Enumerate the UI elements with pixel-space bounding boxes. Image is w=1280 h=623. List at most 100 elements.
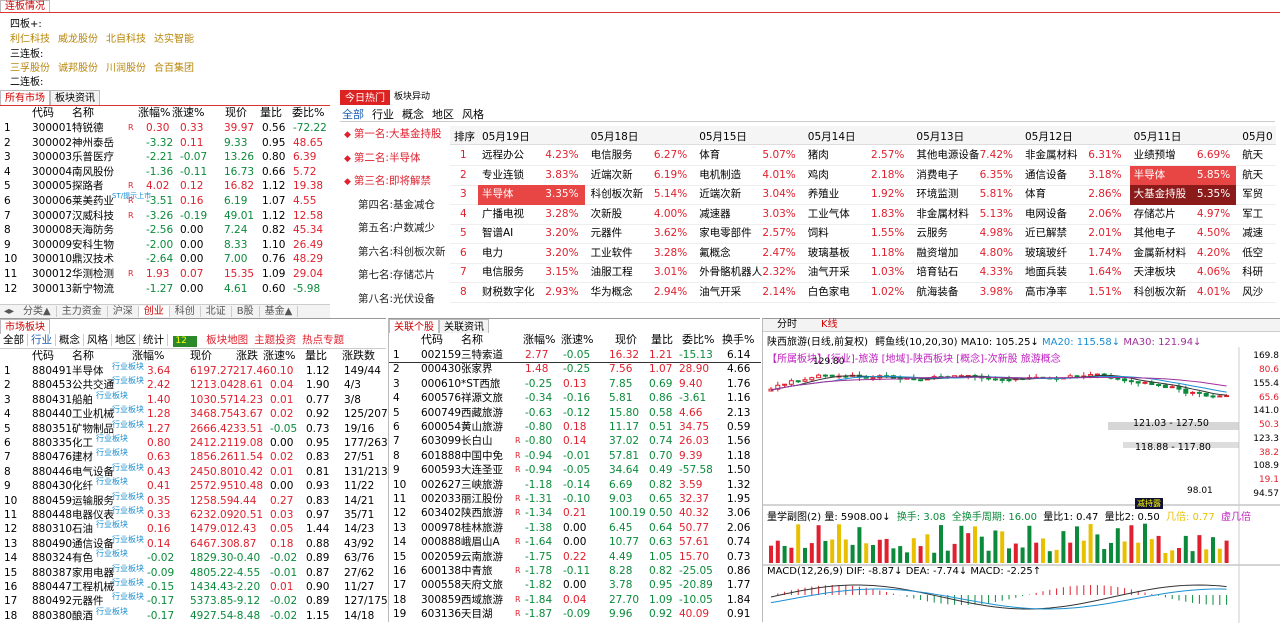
table-row[interactable]: 2 880453 公共交通 2.42 1213.04 28.61 0.04 1.90 4/3 行业… xyxy=(0,376,386,393)
rank-item[interactable]: 第八名:光伏设备 xyxy=(358,291,435,306)
hot-cell[interactable]: 科创板次新 4.01% xyxy=(1130,283,1237,303)
hot-cell[interactable]: 外骨骼机器人 2.32% xyxy=(695,263,802,283)
table-row[interactable]: 6 600054 黄山旅游 -0.80 0.18 11.17 0.51 34.75 0.59 xyxy=(389,420,761,435)
tab-market-sector[interactable]: 市场板块 xyxy=(0,319,50,334)
tab-sector-move[interactable]: 板块异动 xyxy=(390,90,435,105)
tab-market-6[interactable]: B股 xyxy=(231,306,260,317)
col-volratio[interactable]: 量比 xyxy=(260,106,282,120)
hot-cell[interactable]: 半导体 5.85% xyxy=(1129,165,1237,185)
rank-item[interactable]: ◆ 第三名:即将解禁 xyxy=(344,173,431,188)
date-header[interactable]: 05月15日 xyxy=(699,129,747,144)
limit-up-stock[interactable]: 利仁科技 xyxy=(10,34,50,45)
rank-item[interactable]: ◆ 第一名:大基金持股 xyxy=(344,126,441,141)
table-row[interactable]: 10 002627 三峡旅游 -1.18 -0.14 6.69 0.82 3.59 1.32 xyxy=(389,478,761,493)
col-name[interactable]: 名称 xyxy=(72,349,94,363)
table-row[interactable]: 3 000610 *ST西旅 -0.25 0.13 7.85 0.69 9.40 1.76 xyxy=(389,377,761,392)
sector-subtab-2[interactable]: 概念 xyxy=(56,334,84,346)
hot-cell[interactable]: 远程办公 4.23% xyxy=(478,146,585,166)
hot-cell[interactable]: 油气开采 1.03% xyxy=(804,263,911,283)
table-row[interactable]: 2 300002 神州泰岳 -3.32 0.11 9.33 0.95 48.65 xyxy=(0,136,330,151)
col-code[interactable]: 代码 xyxy=(421,333,443,347)
limit-up-stock[interactable]: 北自科技 xyxy=(106,34,146,45)
hot-cell[interactable]: 融资增加 4.80% xyxy=(912,244,1019,264)
date-header[interactable]: 05月12日 xyxy=(1025,129,1073,144)
col-change[interactable]: 涨幅% xyxy=(138,106,170,120)
table-row[interactable]: 5 300005 探路者 4.02 0.12 16.82 1.12 19.38 R xyxy=(0,179,330,194)
table-row[interactable]: 6 880335 化工 0.80 2412.21 19.08 0.00 0.95 177/263… xyxy=(0,434,388,451)
table-row[interactable]: 5 880351 矿物制品 1.27 2666.42 33.51 -0.05 0.73 19/1… xyxy=(0,420,386,437)
hot-cell[interactable]: 玻璃玻纤 1.74% xyxy=(1021,244,1128,264)
table-row[interactable]: 9 600593 大连圣亚 -0.94 -0.05 34.64 0.49 -57.58 1.50… xyxy=(389,463,761,478)
hot-subtab-0[interactable]: 全部 xyxy=(342,108,364,122)
hot-cell[interactable]: 体育 5.07% xyxy=(695,146,802,166)
sector-subtab-5[interactable]: 统计 xyxy=(140,334,168,346)
limit-up-stock[interactable]: 达实智能 xyxy=(154,34,194,45)
date-header[interactable]: 05月19日 xyxy=(482,129,530,144)
hot-cell[interactable]: 军贸 xyxy=(1238,185,1280,205)
table-row[interactable]: 11 002033 丽江股份 -1.31 -0.10 9.03 0.65 32.37 1.95 R xyxy=(389,492,761,507)
col-change[interactable]: 涨幅% xyxy=(523,333,555,347)
limit-up-stock[interactable]: 威龙股份 xyxy=(58,34,98,45)
table-row[interactable]: 2 000430 张家界 1.48 -0.25 7.56 1.07 28.90 4.66 xyxy=(389,362,761,377)
table-row[interactable]: 11 300012 华测检测 1.93 0.07 15.35 1.09 29.04 R xyxy=(0,267,330,282)
hot-cell[interactable]: 体育 2.86% xyxy=(1021,185,1128,205)
table-row[interactable]: 4 880440 工业机械 1.28 3468.75 43.67 0.02 0.92 125/2… xyxy=(0,405,388,422)
table-row[interactable]: 10 300010 鼎汉技术 -2.64 0.00 7.00 0.76 48.29 xyxy=(0,252,330,267)
table-row[interactable]: 6 300006 莱美药业 -3.51 0.16 6.19 1.07 4.55 R ST/提示上市 xyxy=(0,192,330,209)
hot-cell[interactable]: 通信设备 3.18% xyxy=(1021,166,1128,186)
table-row[interactable]: 1 880491 半导体 3.64 6197.27 217.46 0.10 1.12 149/4… xyxy=(0,362,386,379)
col-speed[interactable]: 涨速% xyxy=(561,333,593,347)
table-row[interactable]: 12 300013 新宁物流 -1.27 0.00 4.61 0.60 -5.98 xyxy=(0,282,330,297)
hot-cell[interactable]: 鸡肉 2.18% xyxy=(804,166,911,186)
table-row[interactable]: 13 000978 桂林旅游 -1.38 0.00 6.45 0.64 50.77 2.06 xyxy=(389,521,761,536)
tab-related-news[interactable]: 关联资讯 xyxy=(439,319,489,334)
limit-up-tab[interactable]: 连板情况 xyxy=(0,0,50,13)
rank-item[interactable]: 第六名:科创板次新 xyxy=(358,244,446,259)
table-row[interactable]: 5 600749 西藏旅游 -0.63 -0.12 15.80 0.58 4.66 2.13 xyxy=(389,406,761,421)
hot-cell[interactable]: 金属新材料 4.20% xyxy=(1130,244,1237,264)
table-row[interactable]: 7 603099 长白山 -0.80 0.14 37.02 0.74 26.03 1.56 R xyxy=(389,434,761,449)
hot-subtab-4[interactable]: 风格 xyxy=(462,108,484,121)
hot-cell[interactable]: 非金属材料 5.13% xyxy=(912,205,1019,225)
table-row[interactable]: 8 880446 电气设备 0.43 2450.80 10.42 0.01 0.81 131/2… xyxy=(0,463,388,480)
hot-cell[interactable]: 军工 xyxy=(1238,205,1280,225)
date-header[interactable]: 05月18日 xyxy=(591,129,639,144)
hot-cell[interactable]: 电力 3.20% xyxy=(478,244,585,264)
table-row[interactable]: 12 880310 石油 0.16 1479.01 2.43 0.05 1.44 14/23 行业… xyxy=(0,520,386,537)
table-row[interactable]: 7 880476 建材 0.63 1856.26 11.54 0.02 0.83 27/51 行业… xyxy=(0,448,386,465)
tab-timeshare[interactable]: 分时 xyxy=(777,319,797,331)
hot-cell[interactable]: 存储芯片 4.97% xyxy=(1130,205,1237,225)
col-price[interactable]: 现价 xyxy=(225,106,247,120)
tab-market-1[interactable]: 主力资金 xyxy=(56,306,108,317)
rank-item[interactable]: 第五名:户数减少 xyxy=(358,220,435,235)
hot-cell[interactable]: 其他电源设备 7.42% xyxy=(912,146,1019,166)
table-row[interactable]: 4 600576 祥源文旅 -0.34 -0.16 5.81 0.86 -3.61 1.16 xyxy=(389,391,761,406)
hot-cell[interactable]: 猪肉 2.57% xyxy=(804,146,911,166)
hot-cell[interactable]: 次新股 4.00% xyxy=(587,205,694,225)
col-speed[interactable]: 涨速% xyxy=(172,106,204,120)
col-price[interactable]: 现价 xyxy=(615,333,637,347)
hot-cell[interactable]: 近已解禁 2.01% xyxy=(1021,224,1128,244)
hot-cell[interactable]: 元器件 3.62% xyxy=(587,224,694,244)
hot-subtab-2[interactable]: 概念 xyxy=(402,108,424,121)
tab-market-4[interactable]: 科创 xyxy=(169,306,201,317)
col-turnover[interactable]: 换手% xyxy=(722,333,754,347)
tab-market-0[interactable]: 分类▲ xyxy=(18,306,57,317)
rank-item[interactable]: 第七名:存储芯片 xyxy=(358,267,435,282)
hot-cell[interactable]: 高市净率 1.51% xyxy=(1021,283,1128,303)
hot-cell[interactable]: 工业气体 1.83% xyxy=(804,205,911,225)
table-row[interactable]: 9 880430 化纤 0.41 2572.95 10.48 0.00 0.93 11/22 行业… xyxy=(0,477,386,494)
sector-link-2[interactable]: 热点专题 xyxy=(302,334,344,346)
hot-cell[interactable]: 电网设备 2.06% xyxy=(1021,205,1128,225)
table-row[interactable]: 15 880387 家用电器 -0.09 4805.22 -4.55 -0.01 0.87 27… xyxy=(0,564,386,581)
hot-cell[interactable]: 大基金持股 5.35% xyxy=(1129,185,1237,205)
hot-subtab-1[interactable]: 行业 xyxy=(372,108,394,121)
table-row[interactable]: 15 002059 云南旅游 -1.75 0.22 4.49 1.05 15.70 0.73 xyxy=(389,550,761,565)
tab-today-hot[interactable]: 今日热门 xyxy=(340,90,390,105)
col-bidratio[interactable]: 委比% xyxy=(682,333,714,347)
hot-cell[interactable]: 天津板块 4.06% xyxy=(1130,263,1237,283)
hot-cell[interactable]: 环境监测 5.81% xyxy=(912,185,1019,205)
sector-link-0[interactable]: 板块地图 xyxy=(206,334,248,346)
hot-subtab-3[interactable]: 地区 xyxy=(432,108,454,121)
col-code[interactable]: 代码 xyxy=(32,106,54,120)
